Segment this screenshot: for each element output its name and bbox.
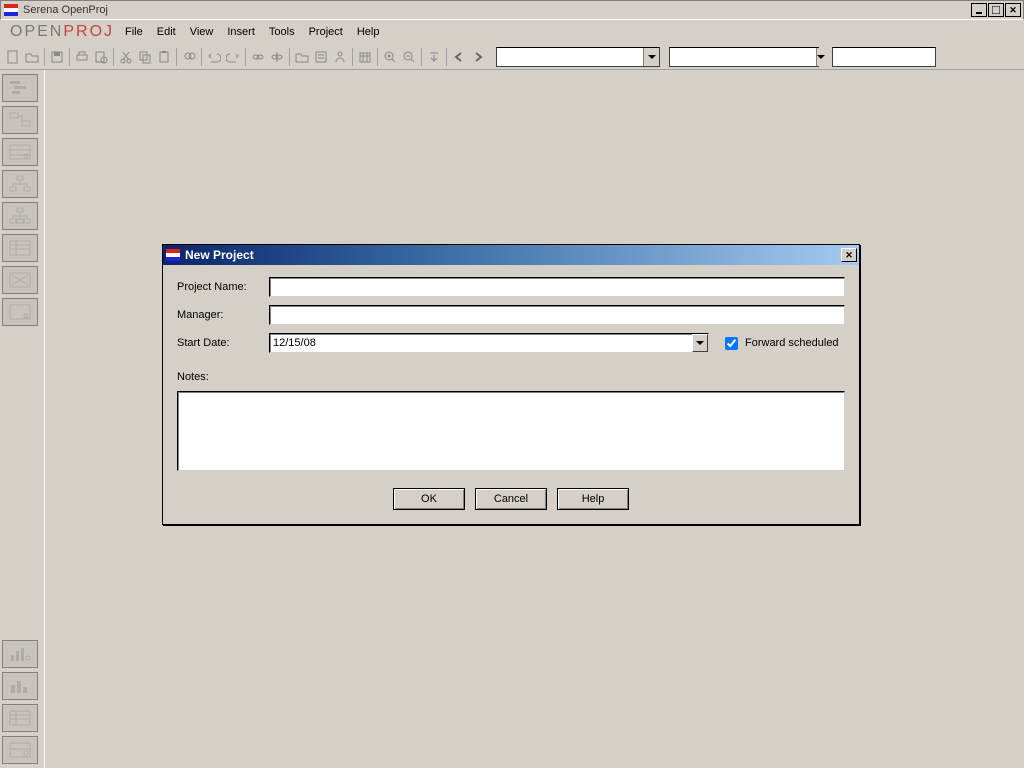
window-controls: ✕ bbox=[970, 3, 1021, 17]
next-icon[interactable] bbox=[469, 48, 487, 66]
menu-file[interactable]: File bbox=[118, 23, 150, 41]
open-icon[interactable] bbox=[23, 48, 41, 66]
network-view-icon[interactable] bbox=[2, 106, 38, 134]
new-icon[interactable] bbox=[4, 48, 22, 66]
chevron-down-icon[interactable] bbox=[816, 48, 825, 66]
manager-input[interactable] bbox=[269, 305, 845, 325]
folder-icon[interactable] bbox=[293, 48, 311, 66]
group-combo-input[interactable] bbox=[833, 48, 979, 66]
notes-label: Notes: bbox=[177, 371, 269, 383]
forward-scheduled-label: Forward scheduled bbox=[745, 337, 839, 349]
group-combo[interactable] bbox=[832, 47, 936, 67]
menu-view[interactable]: View bbox=[183, 23, 221, 41]
detail-view-icon[interactable] bbox=[2, 736, 38, 764]
new-project-dialog: New Project ✕ Project Name: Manager: Sta… bbox=[162, 244, 860, 525]
notes-icon[interactable] bbox=[312, 48, 330, 66]
zoom-out-icon[interactable] bbox=[400, 48, 418, 66]
print-icon[interactable] bbox=[73, 48, 91, 66]
prev-icon[interactable] bbox=[450, 48, 468, 66]
copy-icon[interactable] bbox=[136, 48, 154, 66]
menubar: OPENPROJ File Edit View Insert Tools Pro… bbox=[0, 20, 1024, 44]
cancel-button[interactable]: Cancel bbox=[475, 488, 547, 510]
notes-textarea[interactable] bbox=[177, 391, 845, 471]
histogram-icon[interactable] bbox=[2, 640, 38, 668]
cut-icon[interactable] bbox=[117, 48, 135, 66]
dialog-title: New Project bbox=[185, 248, 841, 262]
ok-button[interactable]: OK bbox=[393, 488, 465, 510]
sort-combo[interactable] bbox=[669, 47, 819, 67]
window-titlebar: Serena OpenProj ✕ bbox=[0, 0, 1024, 20]
gantt-view-icon[interactable] bbox=[2, 74, 38, 102]
menu-help[interactable]: Help bbox=[350, 23, 387, 41]
print-preview-icon[interactable] bbox=[92, 48, 110, 66]
no-view-icon[interactable] bbox=[2, 266, 38, 294]
manager-label: Manager: bbox=[177, 309, 269, 321]
undo-icon[interactable] bbox=[205, 48, 223, 66]
link-icon[interactable] bbox=[249, 48, 267, 66]
chevron-down-icon[interactable] bbox=[692, 334, 708, 352]
forward-scheduled-input[interactable] bbox=[725, 337, 738, 350]
project-name-label: Project Name: bbox=[177, 281, 269, 293]
filter-combo-input[interactable] bbox=[497, 48, 643, 66]
wbs-view-icon[interactable] bbox=[2, 170, 38, 198]
maximize-button[interactable] bbox=[988, 3, 1004, 17]
paste-icon[interactable] bbox=[155, 48, 173, 66]
find-icon[interactable] bbox=[180, 48, 198, 66]
menu-project[interactable]: Project bbox=[302, 23, 350, 41]
resource-icon[interactable] bbox=[331, 48, 349, 66]
toolbar bbox=[0, 44, 1024, 70]
sidebar bbox=[0, 70, 44, 768]
menu-tools[interactable]: Tools bbox=[262, 23, 302, 41]
menu-edit[interactable]: Edit bbox=[150, 23, 183, 41]
redo-icon[interactable] bbox=[224, 48, 242, 66]
resource-sheet-icon[interactable] bbox=[2, 138, 38, 166]
start-date-label: Start Date: bbox=[177, 337, 269, 349]
start-date-field[interactable] bbox=[269, 333, 709, 353]
minimize-button[interactable] bbox=[971, 3, 987, 17]
window-title: Serena OpenProj bbox=[23, 4, 970, 16]
chevron-down-icon[interactable] bbox=[643, 48, 659, 66]
app-logo: OPENPROJ bbox=[10, 23, 114, 41]
dialog-titlebar: New Project ✕ bbox=[163, 245, 859, 265]
unlink-icon[interactable] bbox=[268, 48, 286, 66]
save-icon[interactable] bbox=[48, 48, 66, 66]
project-name-input[interactable] bbox=[269, 277, 845, 297]
start-date-input[interactable] bbox=[270, 334, 692, 352]
app-icon bbox=[3, 2, 19, 18]
forward-scheduled-checkbox[interactable]: Forward scheduled bbox=[721, 334, 839, 353]
close-button[interactable]: ✕ bbox=[1005, 3, 1021, 17]
filter-combo[interactable] bbox=[496, 47, 660, 67]
calendar-icon[interactable] bbox=[356, 48, 374, 66]
scroll-to-icon[interactable] bbox=[425, 48, 443, 66]
dialog-close-button[interactable]: ✕ bbox=[841, 248, 857, 262]
resource-usage-icon[interactable] bbox=[2, 298, 38, 326]
report-icon[interactable] bbox=[2, 704, 38, 732]
rbs-view-icon[interactable] bbox=[2, 202, 38, 230]
menu-insert[interactable]: Insert bbox=[220, 23, 262, 41]
chart-icon[interactable] bbox=[2, 672, 38, 700]
dialog-icon bbox=[165, 247, 181, 263]
task-usage-icon[interactable] bbox=[2, 234, 38, 262]
sort-combo-input[interactable] bbox=[670, 48, 816, 66]
help-button[interactable]: Help bbox=[557, 488, 629, 510]
zoom-in-icon[interactable] bbox=[381, 48, 399, 66]
